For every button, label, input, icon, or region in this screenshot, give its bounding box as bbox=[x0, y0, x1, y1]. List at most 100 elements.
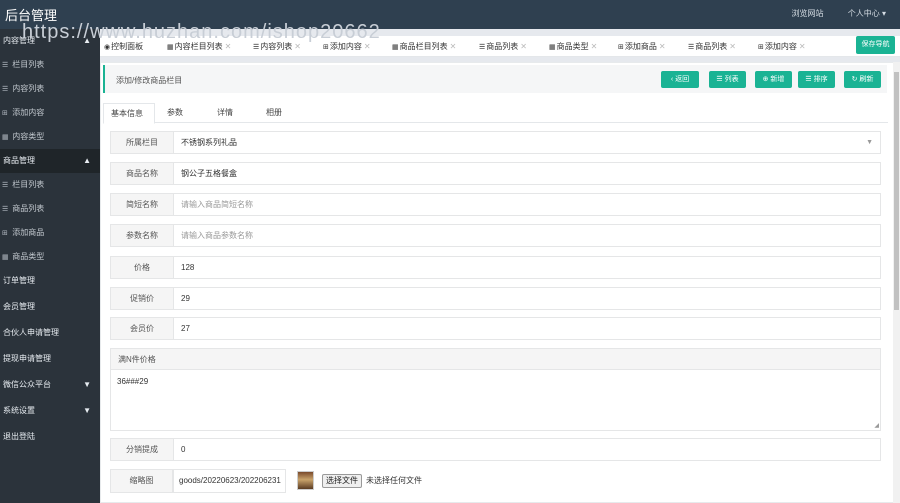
sidebar-item-goods-list[interactable]: ☰ 商品列表 bbox=[0, 197, 100, 221]
sidebar-item-label: 内容类型 bbox=[12, 132, 45, 141]
tab-label: 商品栏目列表 bbox=[399, 42, 448, 51]
visit-site-link[interactable]: 浏览网站 bbox=[792, 9, 824, 18]
commission-field[interactable]: 分销提成 0 bbox=[110, 438, 881, 461]
sidebar: 内容管理 ▲ ☰ 栏目列表 ☰ 内容列表 ⊞ 添加内容 ▦ 内容类型 商品管理 ▲ … bbox=[0, 29, 100, 503]
new-button-label: 新增 bbox=[770, 76, 785, 83]
field-label: 商品名称 bbox=[111, 163, 174, 184]
sidebar-link-label: 合伙人申请管理 bbox=[3, 328, 59, 337]
caret-down-icon: ▼ bbox=[866, 139, 873, 146]
sidebar-group-content[interactable]: 内容管理 ▲ bbox=[0, 29, 100, 53]
sort-button[interactable]: ☰ 排序 bbox=[798, 71, 835, 88]
grid-icon: ▦ bbox=[549, 44, 556, 51]
list-icon: ☰ bbox=[688, 44, 695, 51]
close-icon[interactable]: ✕ bbox=[659, 42, 666, 51]
field-label: 简短名称 bbox=[111, 194, 174, 215]
sidebar-item-add-content[interactable]: ⊞ 添加内容 bbox=[0, 101, 100, 125]
sidebar-item-withdraw-apply[interactable]: 提现申请管理 bbox=[0, 347, 100, 371]
tab-add-goods[interactable]: ⊞添加商品 ✕ bbox=[618, 41, 666, 53]
page-tab-bar: ◉控制面板 ▦内容栏目列表 ✕ ☰内容列表 ✕ ⊞添加内容 ✕ ▦商品栏目列表 ✕ ☰商… bbox=[100, 36, 900, 57]
sidebar-group-goods[interactable]: 商品管理 ▲ bbox=[0, 149, 100, 173]
close-icon[interactable]: ✕ bbox=[799, 42, 806, 51]
sort-button-label: 排序 bbox=[813, 76, 828, 83]
tab-content-list[interactable]: ☰内容列表 ✕ bbox=[253, 41, 301, 53]
sidebar-item-logout[interactable]: 退出登陆 bbox=[0, 425, 100, 449]
sidebar-link-label: 订单管理 bbox=[3, 276, 35, 285]
tab-goods-category[interactable]: ▦商品栏目列表 ✕ bbox=[392, 41, 456, 53]
user-center-menu[interactable]: 个人中心 ▾ bbox=[848, 9, 886, 18]
resize-grip-icon[interactable]: ◢ bbox=[874, 422, 879, 429]
sidebar-item-goods-category[interactable]: ☰ 栏目列表 bbox=[0, 173, 100, 197]
thumbnail-row: 缩略图 goods/20220623/202206231 选择文件 未选择任何文… bbox=[110, 469, 881, 493]
tab-add-content-2[interactable]: ⊞添加内容 ✕ bbox=[758, 41, 806, 53]
sidebar-item-label: 商品类型 bbox=[12, 252, 45, 261]
sidebar-group-system[interactable]: 系统设置 ▼ bbox=[0, 399, 100, 423]
short-name-field[interactable]: 简短名称 请输入商品简短名称 bbox=[110, 193, 881, 216]
sidebar-item-partner-apply[interactable]: 合伙人申请管理 bbox=[0, 321, 100, 345]
caret-down-icon: ▼ bbox=[83, 406, 91, 415]
tab-album[interactable]: 相册 bbox=[266, 103, 282, 123]
category-select[interactable]: 所属栏目 不锈钢系列礼品 ▼ bbox=[110, 131, 881, 154]
sidebar-item-orders[interactable]: 订单管理 bbox=[0, 269, 100, 293]
n-price-value: 36###29 bbox=[117, 377, 149, 386]
promo-price-field[interactable]: 促销价 29 bbox=[110, 287, 881, 310]
sort-icon: ☰ bbox=[805, 76, 812, 83]
close-icon[interactable]: ✕ bbox=[225, 42, 232, 51]
tab-goods-type[interactable]: ▦商品类型 ✕ bbox=[549, 41, 597, 53]
n-price-textarea[interactable]: 满N件价格 36###29 ◢ bbox=[110, 348, 881, 431]
sidebar-item-content-type[interactable]: ▦ 内容类型 bbox=[0, 125, 100, 149]
refresh-button[interactable]: ↻ 刷新 bbox=[844, 71, 881, 88]
save-nav-button[interactable]: 保存导航 bbox=[856, 36, 895, 54]
close-icon[interactable]: ✕ bbox=[729, 42, 736, 51]
tab-content-category[interactable]: ▦内容栏目列表 ✕ bbox=[167, 41, 231, 53]
param-name-field[interactable]: 参数名称 请输入商品参数名称 bbox=[110, 224, 881, 247]
sidebar-item-label: 栏目列表 bbox=[12, 60, 45, 69]
tab-dashboard[interactable]: ◉控制面板 bbox=[104, 41, 143, 53]
close-icon[interactable]: ✕ bbox=[364, 42, 371, 51]
sidebar-group-wechat[interactable]: 微信公众平台 ▼ bbox=[0, 373, 100, 397]
price-field[interactable]: 价格 128 bbox=[110, 256, 881, 279]
close-icon[interactable]: ✕ bbox=[520, 42, 527, 51]
list-button-label: 列表 bbox=[724, 76, 739, 83]
close-icon[interactable]: ✕ bbox=[591, 42, 598, 51]
tab-label: 商品类型 bbox=[556, 42, 589, 51]
tab-label: 商品列表 bbox=[695, 42, 728, 51]
back-button[interactable]: ‹ 返回 bbox=[661, 71, 699, 88]
field-label: 缩略图 bbox=[110, 469, 173, 493]
list-button[interactable]: ☰ 列表 bbox=[709, 71, 746, 88]
choose-file-button[interactable]: 选择文件 bbox=[322, 474, 362, 488]
tab-basic-info[interactable]: 基本信息 bbox=[103, 103, 155, 124]
sidebar-item-label: 添加内容 bbox=[12, 108, 45, 117]
top-right-menu: 浏览网站 个人中心 ▾ bbox=[770, 8, 886, 19]
close-icon[interactable]: ✕ bbox=[450, 42, 457, 51]
plus-square-icon: ⊞ bbox=[618, 44, 624, 51]
admin-app: 后台管理 浏览网站 个人中心 ▾ https://www.huzhan.com/… bbox=[0, 0, 900, 503]
sidebar-link-label: 退出登陆 bbox=[3, 432, 35, 441]
sidebar-item-label: 内容列表 bbox=[12, 84, 45, 93]
field-label: 参数名称 bbox=[111, 225, 174, 246]
goods-name-field[interactable]: 商品名称 钢公子五格餐盒 bbox=[110, 162, 881, 185]
sidebar-item-add-goods[interactable]: ⊞ 添加商品 bbox=[0, 221, 100, 245]
tab-params[interactable]: 参数 bbox=[167, 103, 183, 123]
tab-goods-list-2[interactable]: ☰商品列表 ✕ bbox=[688, 41, 736, 53]
close-icon[interactable]: ✕ bbox=[294, 42, 301, 51]
sidebar-item-members[interactable]: 会员管理 bbox=[0, 295, 100, 319]
tab-details[interactable]: 详情 bbox=[217, 103, 233, 123]
field-label: 促销价 bbox=[111, 288, 174, 309]
member-price-field[interactable]: 会员价 27 bbox=[110, 317, 881, 340]
scrollbar-thumb[interactable] bbox=[894, 72, 899, 310]
sidebar-group-label: 系统设置 bbox=[3, 406, 35, 415]
tab-label: 内容列表 bbox=[260, 42, 293, 51]
new-button[interactable]: ⊕ 新增 bbox=[755, 71, 792, 88]
file-status: 未选择任何文件 bbox=[366, 476, 422, 485]
sidebar-item-content-category[interactable]: ☰ 栏目列表 bbox=[0, 53, 100, 77]
thumbnail-path-field[interactable]: goods/20220623/202206231 bbox=[173, 469, 286, 493]
sidebar-item-goods-type[interactable]: ▦ 商品类型 bbox=[0, 245, 100, 269]
tab-add-content[interactable]: ⊞添加内容 ✕ bbox=[323, 41, 371, 53]
sidebar-item-label: 添加商品 bbox=[12, 228, 45, 237]
grid-icon: ▦ bbox=[2, 134, 9, 141]
commission-value: 0 bbox=[181, 445, 186, 454]
page-scrollbar[interactable] bbox=[893, 62, 900, 503]
tab-goods-list[interactable]: ☰商品列表 ✕ bbox=[479, 41, 527, 53]
sidebar-item-content-list[interactable]: ☰ 内容列表 bbox=[0, 77, 100, 101]
param-name-placeholder: 请输入商品参数名称 bbox=[181, 231, 253, 240]
